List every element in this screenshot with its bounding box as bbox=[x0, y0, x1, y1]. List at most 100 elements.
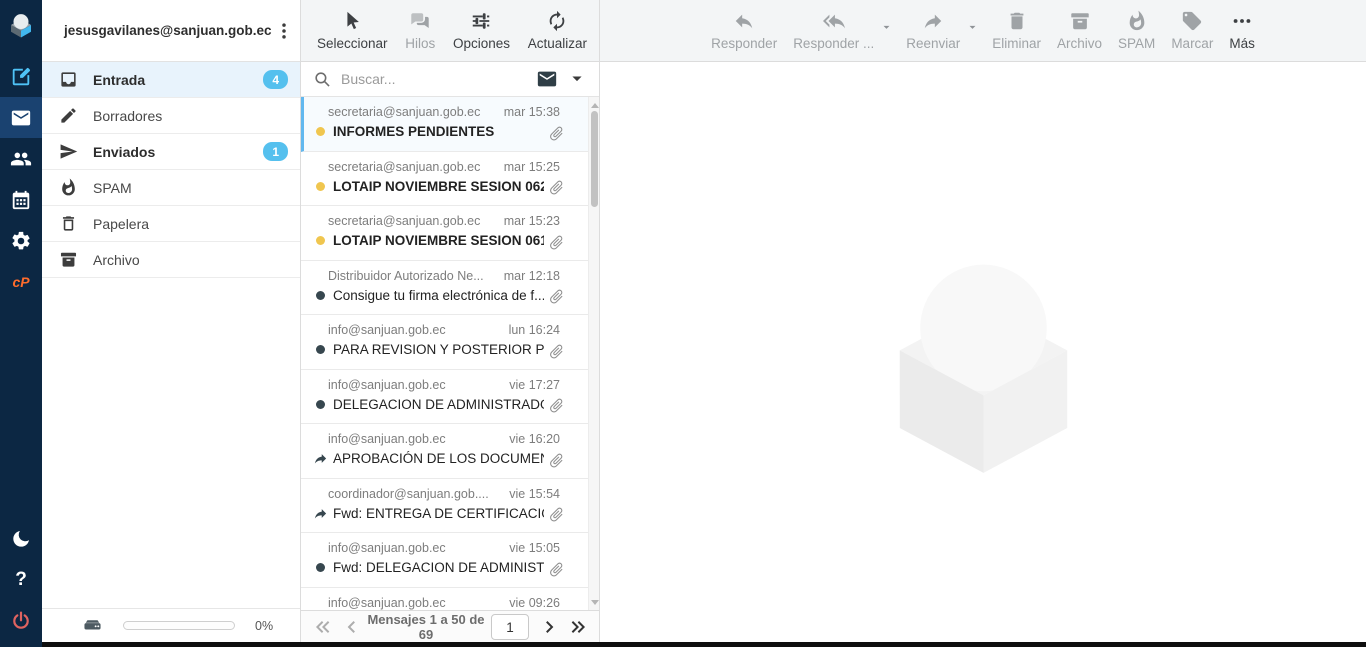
rail-item-calendar[interactable] bbox=[0, 179, 42, 220]
forward-icon bbox=[922, 10, 944, 32]
folder-item-inbox[interactable]: Entrada 4 bbox=[42, 62, 300, 98]
first-page-button[interactable] bbox=[309, 614, 336, 640]
threads-label: Hilos bbox=[405, 36, 435, 51]
reply-all-label: Responder ... bbox=[793, 36, 874, 51]
forward-menu-caret[interactable] bbox=[964, 8, 980, 48]
folder-item-drafts[interactable]: Borradores bbox=[42, 98, 300, 134]
refresh-button[interactable]: Actualizar bbox=[524, 8, 591, 53]
page-number-input[interactable] bbox=[491, 614, 529, 640]
message-row[interactable]: info@sanjuan.gob.ec vie 17:27 DELEGACION… bbox=[301, 370, 588, 425]
folder-item-archive[interactable]: Archivo bbox=[42, 242, 300, 278]
search-options-caret[interactable] bbox=[567, 69, 587, 89]
search-scope-button[interactable] bbox=[536, 68, 558, 90]
rail-item-settings[interactable] bbox=[0, 220, 42, 261]
pagination-label: Mensajes 1 a 50 de 69 bbox=[367, 612, 485, 642]
dark-mode-toggle[interactable] bbox=[0, 518, 42, 559]
empty-preview-area bbox=[600, 62, 1366, 647]
folder-label: SPAM bbox=[93, 180, 288, 196]
message-date: vie 15:54 bbox=[509, 487, 560, 501]
search-bar bbox=[301, 62, 599, 97]
message-status-icon bbox=[313, 127, 328, 136]
folder-item-spam[interactable]: SPAM bbox=[42, 170, 300, 206]
message-row[interactable]: info@sanjuan.gob.ec vie 16:20 APROBACIÓN… bbox=[301, 424, 588, 479]
message-sender: info@sanjuan.gob.ec bbox=[328, 323, 446, 337]
rail-item-contacts[interactable] bbox=[0, 138, 42, 179]
folder-item-trash[interactable]: Papelera bbox=[42, 206, 300, 242]
more-label: Más bbox=[1229, 36, 1255, 51]
message-sender: secretaria@sanjuan.gob.ec bbox=[328, 214, 480, 228]
last-page-button[interactable] bbox=[564, 614, 591, 640]
help-button[interactable]: ? bbox=[0, 559, 42, 600]
message-subject: PARA REVISION Y POSTERIOR PU... bbox=[333, 342, 544, 357]
options-button[interactable]: Opciones bbox=[449, 8, 514, 53]
chevron-down-icon bbox=[966, 21, 979, 34]
message-status-icon bbox=[313, 451, 328, 466]
scrollbar-thumb[interactable] bbox=[591, 111, 598, 207]
account-menu-button[interactable] bbox=[272, 16, 297, 46]
attachment-icon bbox=[544, 121, 568, 145]
bottom-edge-strip bbox=[42, 642, 1366, 647]
compose-button[interactable] bbox=[0, 56, 42, 97]
reply-all-group: Responder ... bbox=[789, 8, 894, 53]
message-row[interactable]: secretaria@sanjuan.gob.ec mar 15:38 INFO… bbox=[301, 97, 588, 152]
search-input[interactable] bbox=[341, 71, 527, 87]
scroll-up-arrow[interactable] bbox=[589, 99, 599, 111]
message-subject: Consigue tu firma electrónica de f... bbox=[333, 288, 544, 303]
more-button[interactable]: Más bbox=[1225, 8, 1259, 53]
message-row[interactable]: Distribuidor Autorizado Ne... mar 12:18 … bbox=[301, 261, 588, 316]
chevron-down-icon bbox=[567, 69, 587, 89]
message-sender: info@sanjuan.gob.ec bbox=[328, 541, 446, 555]
folder-badge: 4 bbox=[263, 70, 288, 89]
sent-icon bbox=[59, 142, 78, 161]
logout-button[interactable] bbox=[0, 600, 42, 641]
calendar-icon bbox=[10, 189, 32, 211]
chevron-right-icon bbox=[540, 618, 558, 636]
message-sender: info@sanjuan.gob.ec bbox=[328, 432, 446, 446]
folder-label: Papelera bbox=[93, 216, 288, 232]
forward-button[interactable]: Reenviar bbox=[902, 8, 964, 53]
folder-badge: 1 bbox=[263, 142, 288, 161]
reply-all-button[interactable]: Responder ... bbox=[789, 8, 878, 53]
reply-all-menu-caret[interactable] bbox=[878, 8, 894, 48]
folder-list: Entrada 4 Borradores Enviados 1 SPAM Pap… bbox=[42, 62, 300, 608]
message-subject: INFORMES PENDIENTES bbox=[333, 124, 494, 139]
reply-button[interactable]: Responder bbox=[707, 8, 781, 53]
message-sender: info@sanjuan.gob.ec bbox=[328, 378, 446, 392]
archive-button[interactable]: Archivo bbox=[1053, 8, 1106, 53]
message-row[interactable]: secretaria@sanjuan.gob.ec mar 15:25 LOTA… bbox=[301, 152, 588, 207]
threads-button[interactable]: Hilos bbox=[401, 8, 439, 53]
message-row[interactable]: secretaria@sanjuan.gob.ec mar 15:23 LOTA… bbox=[301, 206, 588, 261]
attachment-icon bbox=[544, 557, 568, 581]
message-status-icon bbox=[313, 400, 328, 409]
spam-button[interactable]: SPAM bbox=[1114, 8, 1159, 53]
next-page-button[interactable] bbox=[535, 614, 562, 640]
message-row[interactable]: info@sanjuan.gob.ec lun 16:24 PARA REVIS… bbox=[301, 315, 588, 370]
account-header: jesusgavilanes@sanjuan.gob.ec bbox=[42, 0, 300, 62]
select-button[interactable]: Seleccionar bbox=[313, 8, 392, 53]
reply-icon bbox=[733, 10, 755, 32]
mark-button[interactable]: Marcar bbox=[1167, 8, 1217, 53]
attachment-icon bbox=[544, 284, 568, 308]
message-sender: secretaria@sanjuan.gob.ec bbox=[328, 160, 480, 174]
message-row[interactable]: info@sanjuan.gob.ec vie 09:26 bbox=[301, 588, 588, 611]
folder-item-sent[interactable]: Enviados 1 bbox=[42, 134, 300, 170]
webmail-window: cP ? jesusgavilanes@sanjuan.gob.ec Entra… bbox=[0, 0, 1366, 647]
cpanel-link[interactable]: cP bbox=[0, 261, 42, 302]
message-row[interactable]: coordinador@sanjuan.gob.... vie 15:54 Fw… bbox=[301, 479, 588, 534]
message-date: vie 16:20 bbox=[509, 432, 560, 446]
message-row[interactable]: info@sanjuan.gob.ec vie 15:05 Fwd: DELEG… bbox=[301, 533, 588, 588]
folder-label: Entrada bbox=[93, 72, 248, 88]
message-sender: info@sanjuan.gob.ec bbox=[328, 596, 446, 610]
message-subject: Fwd: ENTREGA DE CERTIFICACIÓ... bbox=[333, 506, 544, 521]
prev-page-button[interactable] bbox=[338, 614, 365, 640]
rail-item-mail[interactable] bbox=[0, 97, 42, 138]
scroll-down-arrow[interactable] bbox=[589, 596, 599, 608]
inbox-icon bbox=[59, 70, 78, 89]
archive-icon bbox=[59, 250, 78, 269]
search-icon bbox=[313, 70, 332, 89]
delete-button[interactable]: Eliminar bbox=[988, 8, 1045, 53]
attachment-icon bbox=[544, 339, 568, 363]
kebab-menu-icon bbox=[274, 21, 294, 41]
chevron-down-icon bbox=[880, 21, 893, 34]
message-status-icon bbox=[313, 182, 328, 191]
